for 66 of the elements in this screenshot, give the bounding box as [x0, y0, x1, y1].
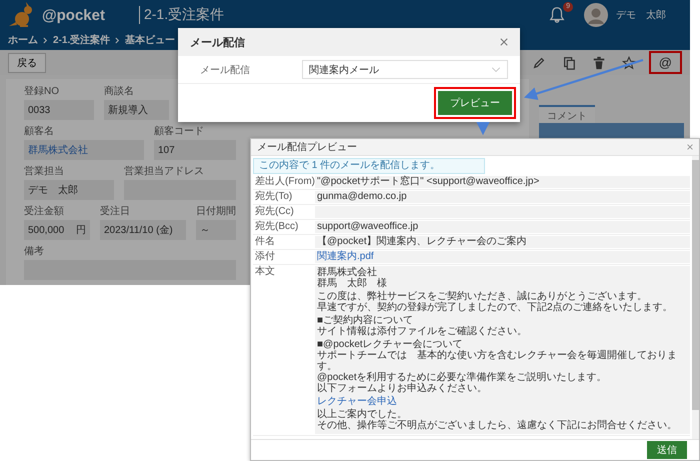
- info-notice: この内容で 1 件のメールを配信します。: [253, 158, 485, 174]
- field-label: 営業担当: [24, 165, 65, 178]
- dialog-title: メール配信: [190, 36, 245, 50]
- send-button[interactable]: 送信: [647, 441, 687, 459]
- user-name[interactable]: デモ 太郎: [616, 8, 666, 22]
- field-value: support@waveoffice.jp: [317, 221, 418, 232]
- field-value: gunma@demo.co.jp: [317, 191, 407, 202]
- field-label: 商談名: [104, 85, 135, 98]
- field-value[interactable]: 群馬株式会社: [28, 143, 88, 157]
- field-value: "@pocketサポート窓口" <support@waveoffice.jp>: [317, 176, 540, 187]
- field-label: 営業担当アドレス: [124, 165, 205, 178]
- message-paragraph: 以上ご案内でした。 その他、操作等ご不明点がございましたら、遠慮なく下記にお問合せください。: [317, 409, 678, 431]
- field-value: デモ 太郎: [28, 184, 78, 197]
- arrow: [476, 122, 490, 136]
- breadcrumb-link[interactable]: 2-1.受注案件: [53, 33, 110, 47]
- avatar-icon[interactable]: [584, 3, 608, 27]
- field-value: 新規導入: [108, 104, 148, 117]
- chevron-down-icon: [491, 66, 501, 72]
- field-label: 受注金額: [24, 205, 65, 218]
- field-value: 2023/11/10 (金): [104, 224, 173, 237]
- field-label: 宛先(To): [254, 191, 294, 203]
- field-label: 日付期間: [196, 205, 236, 218]
- field-label: 顧客名: [24, 125, 55, 138]
- breadcrumb-link[interactable]: ホーム: [8, 33, 38, 47]
- field-label: 添付: [254, 251, 276, 263]
- comment-tab[interactable]: コメント: [539, 105, 595, 123]
- field-label: 差出人(From): [254, 176, 315, 188]
- field-value: 500,000: [28, 224, 64, 236]
- close-icon[interactable]: [687, 144, 693, 150]
- field-label: 宛先(Bcc): [254, 221, 300, 233]
- scrollbar[interactable]: [692, 156, 699, 439]
- field-label: 宛先(Cc): [254, 206, 295, 218]
- field-value: 107: [158, 144, 175, 156]
- unit-label: 円: [76, 224, 86, 237]
- field-label: 本文: [254, 266, 276, 279]
- message-paragraph[interactable]: レクチャー会申込: [317, 396, 688, 407]
- copy-icon[interactable]: [562, 56, 576, 70]
- trash-icon[interactable]: [592, 56, 606, 70]
- close-icon[interactable]: [500, 38, 508, 46]
- message-paragraph: ■@pocketレクチャー会について サポートチームでは 基本的な使い方を含むレクチャー会を毎週開催しております。 @pocketを利用するために必要な準備作業をご説明いたします。 以下フォームよりお申込みください。: [317, 339, 678, 394]
- field-label: メール配信: [200, 64, 251, 76]
- field-label: 件名: [254, 236, 276, 248]
- field-label: 登録NO: [24, 85, 60, 98]
- window-title: メール配信プレビュー: [257, 140, 357, 154]
- template-select[interactable]: 関連案内メール: [302, 60, 508, 79]
- preview-button[interactable]: プレビュー: [438, 91, 512, 115]
- message-paragraph: この度は、弊社サービスをご契約いただき、誠にありがとうございます。 早速ですが、契約の登録が完了しましたので、下記2点のご連絡をいたします。: [317, 291, 674, 313]
- pencil-icon[interactable]: [532, 56, 546, 70]
- chevron-icon: [115, 36, 120, 44]
- field-label: 受注日: [100, 205, 131, 218]
- field-label: 備考: [24, 245, 45, 258]
- star-icon[interactable]: [622, 56, 636, 70]
- message-paragraph: 群馬株式会社 群馬 太郎 様: [317, 267, 388, 289]
- bell-icon[interactable]: [548, 6, 566, 24]
- breadcrumb-link[interactable]: 基本ビュー: [125, 33, 176, 47]
- field-value: 【@pocket】関連案内、レクチャー会のご案内: [317, 236, 527, 247]
- app-logo[interactable]: @pocket: [42, 6, 105, 24]
- chevron-icon: [43, 36, 48, 44]
- field-label: 顧客コード: [154, 125, 205, 138]
- mail-button[interactable]: @: [648, 51, 682, 74]
- field-value[interactable]: 関連案内.pdf: [317, 251, 374, 262]
- page-title: 2-1.受注案件: [144, 6, 224, 24]
- message-paragraph: ■ご契約内容について サイト情報は添付ファイルをご確認ください。: [317, 315, 528, 337]
- field-value: ～: [200, 224, 210, 237]
- field-value: 0033: [28, 104, 50, 116]
- back-button[interactable]: 戻る: [8, 52, 46, 72]
